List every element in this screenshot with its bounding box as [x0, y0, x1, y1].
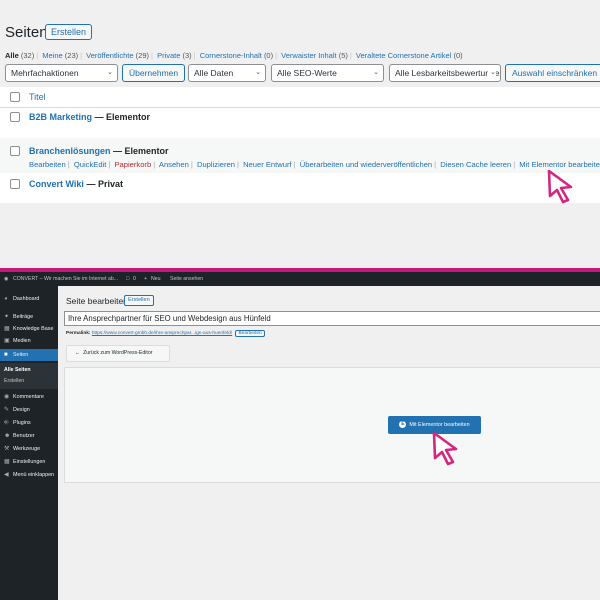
- pages-submenu: Alle Seiten Erstellen: [0, 363, 58, 389]
- wordpress-logo-icon[interactable]: ◉: [4, 272, 9, 286]
- mouse-cursor-icon: [432, 431, 458, 466]
- row-actions: Bearbeiten | QuickEdit | Papierkorb | Anseh…: [29, 160, 600, 169]
- back-to-wordpress-editor-button[interactable]: ← Zurück zum WordPress-Editor: [66, 345, 170, 362]
- page-link[interactable]: B2B Marketing: [29, 112, 92, 122]
- sidebar-item-posts[interactable]: ✦ Beiträge: [0, 311, 58, 323]
- sidebar-item-pages[interactable]: ■ Seiten: [0, 349, 58, 361]
- collapse-icon: ◀: [4, 472, 9, 478]
- seo-filter-select[interactable]: Alle SEO-Werte ⌄: [271, 64, 384, 82]
- post-title-input[interactable]: Ihre Ansprechpartner für SEO und Webdesi…: [64, 311, 600, 326]
- sidebar-item-plugins[interactable]: ⎆ Plugins: [0, 417, 58, 429]
- filter-button[interactable]: Auswahl einschränken: [505, 64, 600, 82]
- action-trash[interactable]: Papierkorb: [114, 160, 151, 169]
- table-row: B2B Marketing — Elementor: [0, 108, 600, 138]
- filter-published[interactable]: Veröffentlichte (29): [86, 51, 149, 60]
- chevron-down-icon: ⌄: [373, 69, 379, 76]
- table-row: Convert Wiki — Privat: [0, 173, 600, 203]
- page-editor-panel: ◉ CONVERT – Wir machen Sie im Internet a…: [0, 272, 600, 600]
- arrow-left-icon: ←: [75, 350, 81, 356]
- book-icon: ▦: [4, 326, 10, 332]
- row-title: B2B Marketing — Elementor: [29, 112, 151, 122]
- row-title: Convert Wiki — Privat: [29, 179, 123, 189]
- chevron-down-icon: ⌄: [488, 65, 496, 81]
- filter-stale-cornerstone[interactable]: Veraltete Cornerstone Artikel (0): [356, 51, 463, 60]
- brush-icon: ✎: [4, 407, 10, 413]
- page-icon: ■: [4, 352, 8, 358]
- admin-sidebar: ◕ Dashboard ✦ Beiträge ▦ Knowledge Base ▣ Me…: [0, 286, 58, 600]
- filter-private[interactable]: Private (3): [157, 51, 192, 60]
- sidebar-item-collapse-menu[interactable]: ◀ Menü einklappen: [0, 469, 58, 481]
- submenu-all-pages[interactable]: Alle Seiten: [4, 367, 31, 373]
- sidebar-item-tools[interactable]: ⚒ Werkzeuge: [0, 443, 58, 455]
- readability-filter-select[interactable]: Alle Lesbarkeitsbewertungen ⌄: [389, 64, 501, 82]
- pin-icon: ✦: [4, 314, 10, 320]
- mouse-cursor-icon: [547, 169, 573, 204]
- status-filter-links: Alle (32) | Meine (23) | Veröffentlichte (…: [5, 51, 463, 60]
- new-content-link[interactable]: Neu: [151, 272, 161, 286]
- media-icon: ▣: [4, 338, 10, 344]
- row-checkbox[interactable]: [10, 146, 20, 156]
- submenu-create-page[interactable]: Erstellen: [4, 378, 24, 384]
- action-revise-republish[interactable]: Überarbeiten und wiederveröffentlichen: [300, 160, 432, 169]
- create-page-button[interactable]: Erstellen: [124, 295, 154, 306]
- page-link[interactable]: Convert Wiki: [29, 179, 84, 189]
- sidebar-item-comments[interactable]: ◉ Kommentare: [0, 391, 58, 403]
- permalink-url[interactable]: https://www.convert-gmbh.de/ihre-ansprec…: [92, 331, 232, 336]
- page-title: Seiten: [5, 24, 48, 41]
- permalink: Permalink: https://www.convert-gmbh.de/i…: [66, 330, 265, 337]
- plugin-icon: ⎆: [4, 420, 9, 426]
- sidebar-item-design[interactable]: ✎ Design: [0, 404, 58, 416]
- comment-icon[interactable]: □: [126, 272, 129, 286]
- wrench-icon: ⚒: [4, 446, 10, 452]
- settings-icon: ▦: [4, 459, 10, 465]
- action-quickedit[interactable]: QuickEdit: [74, 160, 107, 169]
- chevron-down-icon: ⌄: [107, 69, 113, 76]
- comment-icon: ◉: [4, 394, 10, 400]
- elementor-placeholder-area: [64, 367, 600, 483]
- admin-bar-site-name[interactable]: CONVERT – Wir machen Sie im Internet ab.…: [13, 272, 118, 286]
- action-view[interactable]: Ansehen: [159, 160, 189, 169]
- row-checkbox[interactable]: [10, 179, 20, 189]
- admin-bar: ◉ CONVERT – Wir machen Sie im Internet a…: [0, 272, 600, 286]
- bulk-actions-select[interactable]: Mehrfachaktionen ⌄: [5, 64, 118, 82]
- filter-mine[interactable]: Meine (23): [42, 51, 78, 60]
- filter-all[interactable]: Alle (32): [5, 51, 34, 60]
- table-header: Titel: [0, 87, 600, 108]
- dashboard-icon: ◕: [4, 296, 8, 302]
- action-edit[interactable]: Bearbeiten: [29, 160, 66, 169]
- page-link[interactable]: Branchenlösungen: [29, 146, 111, 156]
- editor-page-title: Seite bearbeiten: [66, 296, 128, 306]
- comment-count: 0: [133, 276, 136, 282]
- sidebar-item-knowledge-base[interactable]: ▦ Knowledge Base: [0, 323, 58, 335]
- sidebar-item-dashboard[interactable]: ◕ Dashboard: [0, 293, 58, 305]
- filter-orphaned[interactable]: Verwaister Inhalt (5): [281, 51, 348, 60]
- row-title: Branchenlösungen — Elementor: [29, 146, 169, 156]
- create-page-button[interactable]: Erstellen: [45, 24, 93, 40]
- user-icon: ☻: [4, 433, 11, 439]
- pages-list-panel: Seiten Erstellen Alle (32) | Meine (23) | …: [0, 0, 600, 268]
- row-checkbox[interactable]: [10, 112, 20, 122]
- column-title-header[interactable]: Titel: [29, 92, 46, 102]
- select-all-checkbox[interactable]: [10, 92, 20, 102]
- permalink-edit-button[interactable]: Bearbeiten: [235, 330, 265, 337]
- sidebar-item-media[interactable]: ▣ Medien: [0, 335, 58, 347]
- elementor-icon: E: [399, 421, 407, 429]
- filter-cornerstone[interactable]: Cornerstone-Inhalt (0): [200, 51, 273, 60]
- view-page-link[interactable]: Seite ansehen: [170, 272, 203, 286]
- action-clear-cache[interactable]: Diesen Cache leeren: [440, 160, 511, 169]
- sidebar-item-users[interactable]: ☻ Benutzer: [0, 430, 58, 442]
- action-new-draft[interactable]: Neuer Entwurf: [243, 160, 292, 169]
- sidebar-item-settings[interactable]: ▦ Einstellungen: [0, 456, 58, 468]
- date-filter-select[interactable]: Alle Daten ⌄: [188, 64, 266, 82]
- action-duplicate[interactable]: Duplizieren: [197, 160, 235, 169]
- chevron-down-icon: ⌄: [255, 69, 261, 76]
- plus-icon: +: [144, 276, 148, 282]
- apply-button[interactable]: Übernehmen: [122, 64, 186, 82]
